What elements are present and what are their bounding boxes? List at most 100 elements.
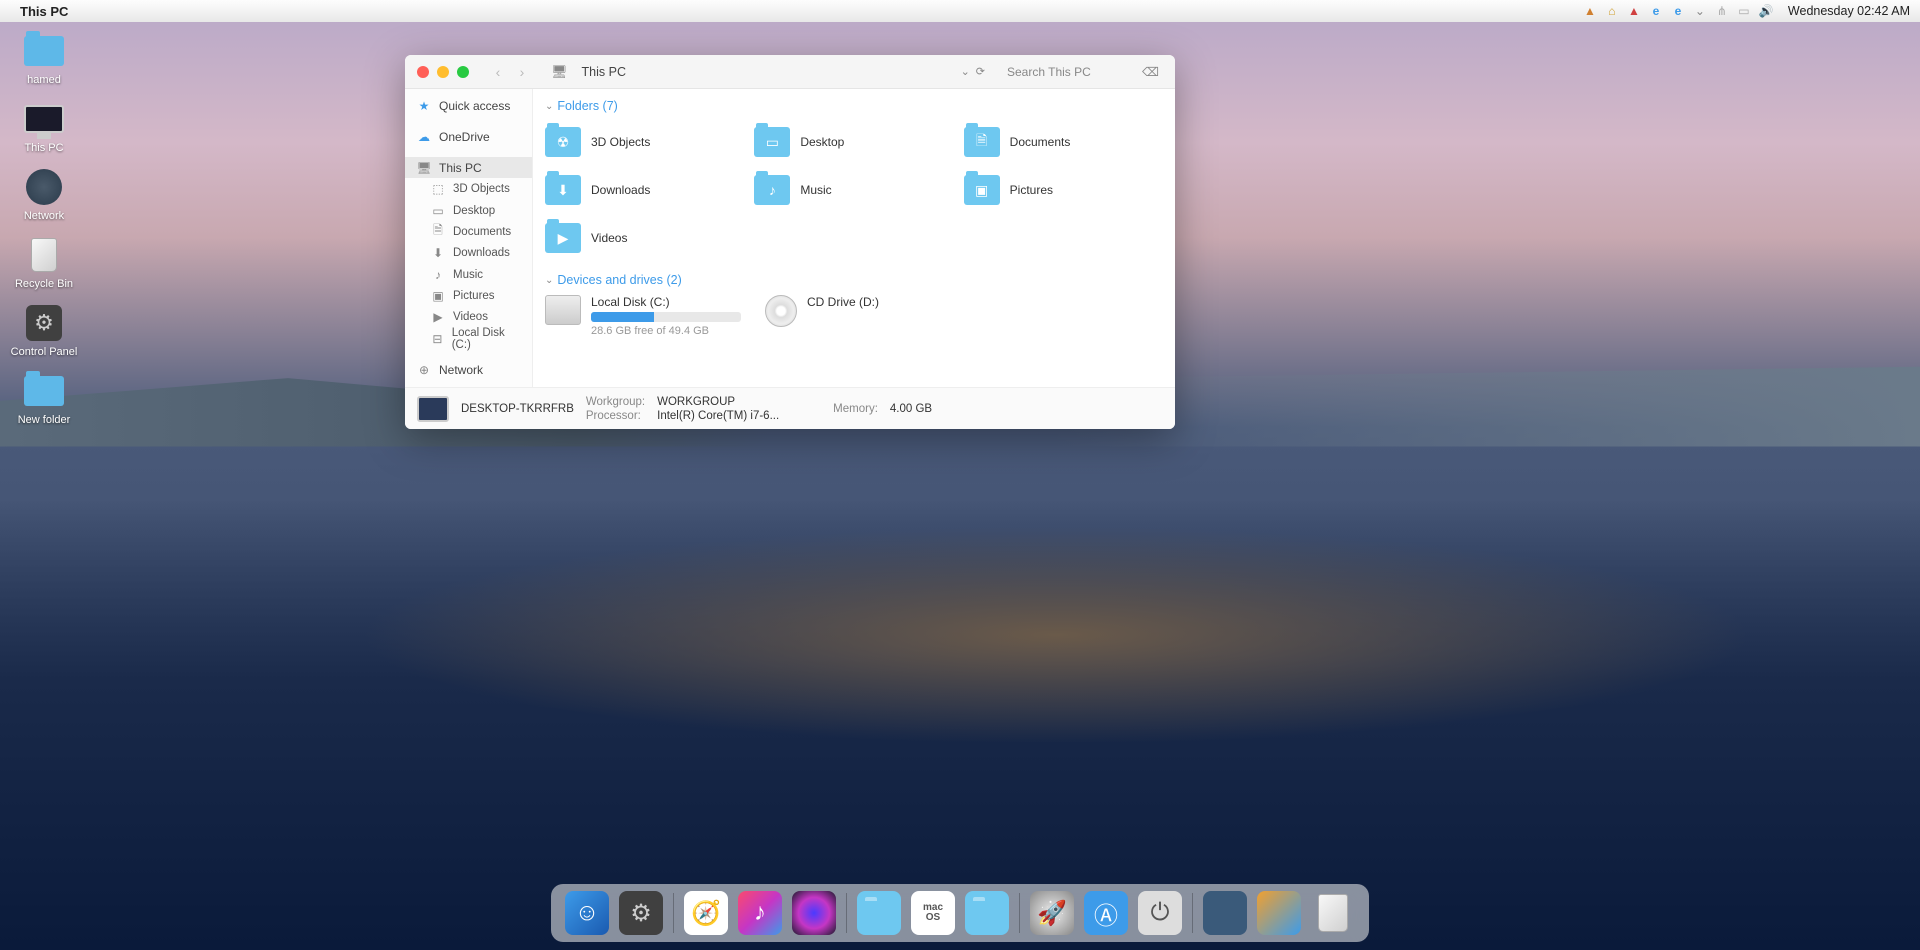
dock-launchpad-icon[interactable]: 🚀 [1030, 891, 1074, 935]
dock-appstore-icon[interactable]: Ⓐ [1084, 891, 1128, 935]
sidebar-item-desktop[interactable]: ▭ Desktop [405, 200, 532, 221]
dock-folder-icon-2[interactable] [965, 891, 1009, 935]
sidebar-item-3d-objects[interactable]: ⬚ 3D Objects [405, 178, 532, 199]
dock-separator [846, 893, 847, 933]
sidebar-item-label: Documents [453, 226, 511, 238]
folder-item-3d-objects[interactable]: ☢ 3D Objects [545, 121, 744, 163]
folder-icon [24, 376, 64, 406]
drive-item-local-disk[interactable]: Local Disk (C:) 28.6 GB free of 49.4 GB [545, 295, 745, 337]
group-header-drives[interactable]: ⌄ Devices and drives (2) [533, 269, 1175, 291]
search-placeholder-text: Search This PC [1007, 65, 1091, 79]
desktop-icon-network[interactable]: Network [10, 166, 78, 222]
folder-icon: ⬇ [545, 175, 581, 205]
clear-search-icon[interactable]: ⌫ [1142, 65, 1159, 79]
folder-item-videos[interactable]: ▶Videos [545, 217, 744, 259]
desktop-icon-recycle-bin[interactable]: Recycle Bin [10, 234, 78, 290]
tray-chevron-icon[interactable]: ⌄ [1692, 3, 1708, 19]
active-app-name[interactable]: This PC [20, 4, 68, 19]
tray-icon-1[interactable]: ▲ [1582, 3, 1598, 19]
sidebar-item-network[interactable]: ⊕ Network [405, 360, 532, 381]
tray-edge-icon-2[interactable]: e [1670, 3, 1686, 19]
tray-battery-icon[interactable]: ▭ [1736, 3, 1752, 19]
tray-icon-2[interactable]: ⌂ [1604, 3, 1620, 19]
dock-settings-icon[interactable]: ⚙ [619, 891, 663, 935]
desktop-icon: ▭ [431, 204, 445, 218]
sidebar-item-label: 3D Objects [453, 183, 510, 195]
sidebar-item-quick-access[interactable]: ★ Quick access [405, 95, 532, 116]
tray-icon-3[interactable]: ▲ [1626, 3, 1642, 19]
search-input[interactable]: Search This PC ⌫ [1003, 62, 1163, 82]
folder-item-downloads[interactable]: ⬇Downloads [545, 169, 744, 211]
gear-icon: ⚙ [26, 305, 62, 341]
tray-edge-icon-1[interactable]: e [1648, 3, 1664, 19]
minimize-button[interactable] [437, 66, 449, 78]
sidebar-item-label: Downloads [453, 247, 510, 259]
view-dropdown-icon[interactable]: ⌄ [961, 65, 970, 78]
memory-value: 4.00 GB [890, 403, 932, 415]
close-button[interactable] [417, 66, 429, 78]
folder-item-documents[interactable]: 🗎Documents [964, 121, 1163, 163]
tray-wifi-icon[interactable]: ⋔ [1714, 3, 1730, 19]
monitor-icon: 🖥 [417, 161, 431, 175]
disk-icon: ⊟ [431, 332, 444, 346]
desktop-icon-control-panel[interactable]: ⚙ Control Panel [10, 302, 78, 358]
computer-icon [417, 396, 449, 422]
group-header-folders[interactable]: ⌄ Folders (7) [533, 95, 1175, 117]
sidebar-item-label: Music [453, 269, 483, 281]
dock-siri-icon[interactable] [792, 891, 836, 935]
desktop-icon-hamed[interactable]: hamed [10, 30, 78, 86]
sidebar-item-videos[interactable]: ▶ Videos [405, 307, 532, 328]
desktop-icon-label: Recycle Bin [15, 278, 73, 290]
desktop-icons-column: hamed This PC Network Recycle Bin ⚙ Cont… [10, 30, 78, 426]
desktop-icon-label: New folder [18, 414, 71, 426]
sidebar-item-music[interactable]: ♪ Music [405, 264, 532, 285]
dock-folder-icon[interactable] [857, 891, 901, 935]
nav-forward-button[interactable]: › [511, 61, 533, 83]
chevron-down-icon: ⌄ [545, 275, 553, 286]
dock-recent-image-icon[interactable] [1203, 891, 1247, 935]
maximize-button[interactable] [457, 66, 469, 78]
sidebar-item-this-pc[interactable]: 🖥 This PC [405, 157, 532, 178]
dock-finder-icon[interactable]: ☺ [565, 891, 609, 935]
sidebar-item-downloads[interactable]: ⬇ Downloads [405, 243, 532, 264]
folder-icon: ▶ [545, 223, 581, 253]
desktop-icon-new-folder[interactable]: New folder [10, 370, 78, 426]
drive-item-cd[interactable]: CD Drive (D:) [765, 295, 965, 337]
dock-recent-grid-icon[interactable] [1257, 891, 1301, 935]
drive-name: Local Disk (C:) [591, 295, 741, 309]
traffic-lights [417, 66, 469, 78]
dock-music-icon[interactable]: ♪ [738, 891, 782, 935]
dock-separator [1019, 893, 1020, 933]
nav-back-button[interactable]: ‹ [487, 61, 509, 83]
picture-icon: ▣ [431, 289, 445, 303]
sidebar-item-local-disk[interactable]: ⊟ Local Disk (C:) [405, 328, 532, 350]
folder-label: 3D Objects [591, 135, 650, 149]
folder-item-pictures[interactable]: ▣Pictures [964, 169, 1163, 211]
window-titlebar[interactable]: ‹ › 🖥 This PC ⌄ ⟳ Search This PC ⌫ [405, 55, 1175, 89]
desktop-icon-label: hamed [27, 74, 61, 86]
network-globe-icon [26, 169, 62, 205]
folder-item-music[interactable]: ♪Music [754, 169, 953, 211]
dock: ☺ ⚙ 🧭 ♪ macOS 🚀 Ⓐ ⏻ [551, 884, 1369, 942]
folder-icon: ☢ [545, 127, 581, 157]
download-icon: ⬇ [431, 246, 445, 260]
location-breadcrumb[interactable]: This PC [582, 65, 626, 79]
sidebar-item-documents[interactable]: 🗎 Documents [405, 221, 532, 242]
dock-trash-icon[interactable] [1311, 891, 1355, 935]
folder-label: Pictures [1010, 183, 1053, 197]
status-bar: DESKTOP-TKRRFRB Workgroup: Processor: WO… [405, 387, 1175, 429]
sidebar-item-pictures[interactable]: ▣ Pictures [405, 285, 532, 306]
sidebar-item-label: Pictures [453, 290, 495, 302]
dock-macos-icon[interactable]: macOS [911, 891, 955, 935]
video-icon: ▶ [431, 310, 445, 324]
sidebar-item-label: Local Disk (C:) [452, 327, 520, 351]
tray-volume-icon[interactable]: 🔊 [1758, 3, 1774, 19]
refresh-button[interactable]: ⟳ [976, 65, 985, 78]
menubar-clock[interactable]: Wednesday 02:42 AM [1788, 4, 1910, 18]
dock-power-icon[interactable]: ⏻ [1138, 891, 1182, 935]
desktop-icon-this-pc[interactable]: This PC [10, 98, 78, 154]
folder-item-desktop[interactable]: ▭Desktop [754, 121, 953, 163]
sidebar-item-onedrive[interactable]: ☁ OneDrive [405, 126, 532, 147]
dock-safari-icon[interactable]: 🧭 [684, 891, 728, 935]
desktop-icon-label: Control Panel [11, 346, 78, 358]
